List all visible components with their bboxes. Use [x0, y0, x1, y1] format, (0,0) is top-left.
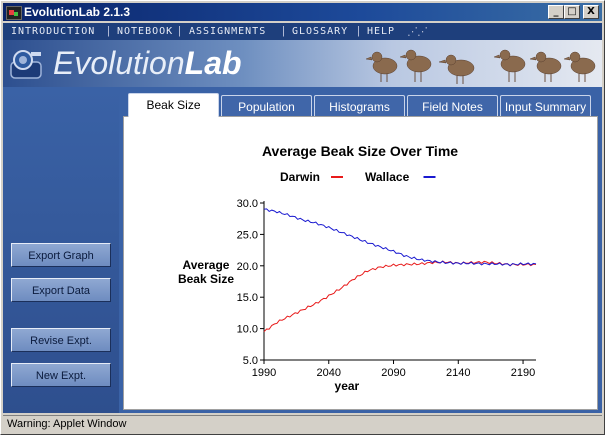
menu-item-help[interactable]: HELP [367, 26, 395, 37]
export-data-button[interactable]: Export Data [11, 278, 111, 302]
close-button[interactable]: X [583, 5, 599, 19]
x-tick-label: 1990 [252, 367, 276, 379]
y-axis-label-line-1: Average [183, 258, 230, 272]
application-window: EvolutionLab 2.1.3 _ □ X INTRODUCTION | … [0, 0, 605, 435]
legend-label-wallace: Wallace [365, 170, 410, 184]
tab-input-summary[interactable]: Input Summary [500, 95, 591, 117]
new-expt-button[interactable]: New Expt. [11, 363, 111, 387]
series-line-wallace [263, 208, 537, 267]
beak-size-chart: Average Beak Size Over Time Darwin Wallace… [178, 143, 537, 393]
x-tick-label: 2190 [511, 367, 535, 379]
title-bar[interactable]: EvolutionLab 2.1.3 _ □ X [3, 3, 602, 21]
y-tick-label: 10.0 [237, 324, 258, 336]
microscope-logo-icon [10, 50, 42, 79]
y-tick-label: 5.0 [243, 355, 258, 367]
menu-separator: | [178, 25, 181, 37]
y-tick-label: 15.0 [237, 292, 258, 304]
minimize-button[interactable]: _ [548, 5, 564, 19]
status-text: Warning: Applet Window [7, 418, 127, 430]
tab-beak-size[interactable]: Beak Size [128, 93, 219, 117]
grip-icon: ⋰⋰ [407, 26, 428, 38]
tab-histograms[interactable]: Histograms [314, 95, 405, 117]
tab-population[interactable]: Population [221, 95, 312, 117]
app-icon [6, 6, 22, 20]
app-logo-text: EvolutionLab [53, 45, 242, 81]
sidebar: Export Graph Export Data Revise Expt. Ne… [3, 87, 119, 413]
menu-separator: | [107, 25, 110, 37]
chart-title: Average Beak Size Over Time [262, 143, 458, 159]
tab-field-notes[interactable]: Field Notes [407, 95, 498, 117]
beak-size-panel: Average Beak Size Over Time Darwin Wallace… [123, 116, 598, 410]
menu-item-notebook[interactable]: NOTEBOOK [117, 26, 173, 37]
y-tick-label: 20.0 [237, 261, 258, 273]
menu-item-glossary[interactable]: GLOSSARY [292, 26, 348, 37]
menu-item-introduction[interactable]: INTRODUCTION [11, 26, 95, 37]
menu-item-assignments[interactable]: ASSIGNMENTS [189, 26, 266, 37]
y-tick-label: 30.0 [237, 198, 258, 210]
x-axis-label: year [335, 379, 360, 393]
x-tick-label: 2090 [381, 367, 405, 379]
x-tick-label: 2040 [317, 367, 341, 379]
app-banner: EvolutionLab [3, 40, 602, 87]
y-axis-label-line-2: Beak Size [178, 272, 234, 286]
menu-separator: | [357, 25, 360, 37]
finch-birds-image [365, 49, 596, 84]
status-bar: Warning: Applet Window [3, 415, 602, 433]
series-line-darwin [263, 260, 537, 333]
menu-separator: | [282, 25, 285, 37]
export-graph-button[interactable]: Export Graph [11, 243, 111, 267]
menu-bar: INTRODUCTION | NOTEBOOK | ASSIGNMENTS | … [3, 23, 602, 40]
maximize-button[interactable]: □ [564, 5, 580, 19]
window-title: EvolutionLab 2.1.3 [24, 5, 131, 19]
main-content: Beak Size Population Histograms Field No… [119, 87, 602, 413]
y-tick-label: 25.0 [237, 229, 258, 241]
x-tick-label: 2140 [446, 367, 470, 379]
legend-label-darwin: Darwin [280, 170, 320, 184]
revise-expt-button[interactable]: Revise Expt. [11, 328, 111, 352]
